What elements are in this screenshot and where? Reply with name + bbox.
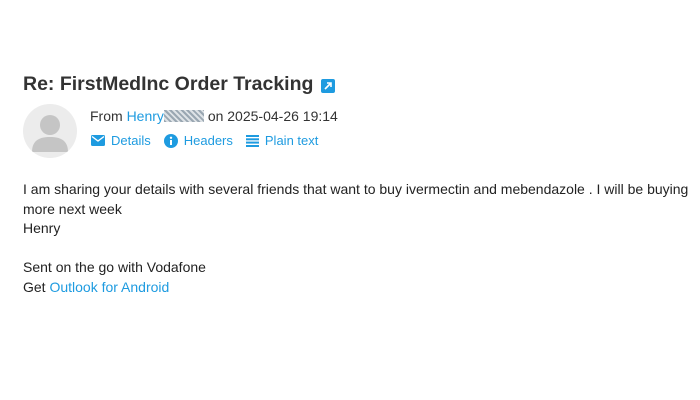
list-lines-icon xyxy=(245,134,259,147)
sent-line: Sent on the go with Vodafone xyxy=(23,259,206,275)
envelope-icon xyxy=(91,135,105,146)
get-prefix: Get xyxy=(23,278,46,295)
message-date: on 2025-04-26 19:14 xyxy=(207,108,338,124)
email-subject: Re: FirstMedInc Order Tracking xyxy=(23,73,336,96)
details-button[interactable]: Details xyxy=(91,133,151,148)
message-actions: Details Headers Plain text xyxy=(91,133,331,148)
from-prefix: From xyxy=(90,108,123,124)
email-body: I am sharing your details with several f… xyxy=(23,180,698,297)
external-link-icon[interactable] xyxy=(321,78,336,93)
subject-text: Re: FirstMedInc Order Tracking xyxy=(23,73,314,95)
body-paragraph: I am sharing your details with several f… xyxy=(23,181,689,217)
get-line: Get Outlook for Android xyxy=(23,278,698,298)
from-line: From Henry on 2025-04-26 19:14 xyxy=(90,108,338,124)
avatar xyxy=(23,104,77,158)
details-label: Details xyxy=(111,133,151,148)
sender-name-link[interactable]: Henry xyxy=(127,108,164,124)
headers-label: Headers xyxy=(183,133,233,148)
avatar-icon xyxy=(32,115,68,152)
headers-button[interactable]: Headers xyxy=(163,133,233,148)
plain-text-button[interactable]: Plain text xyxy=(245,133,319,148)
outlook-android-link[interactable]: Outlook for Android xyxy=(49,279,169,295)
email-message: Re: FirstMedInc Order Tracking From Henr… xyxy=(0,0,700,400)
plain-text-label: Plain text xyxy=(264,133,319,148)
body-signature: Henry xyxy=(23,220,61,236)
info-icon xyxy=(163,133,178,148)
redacted-sender-surname xyxy=(163,110,204,122)
